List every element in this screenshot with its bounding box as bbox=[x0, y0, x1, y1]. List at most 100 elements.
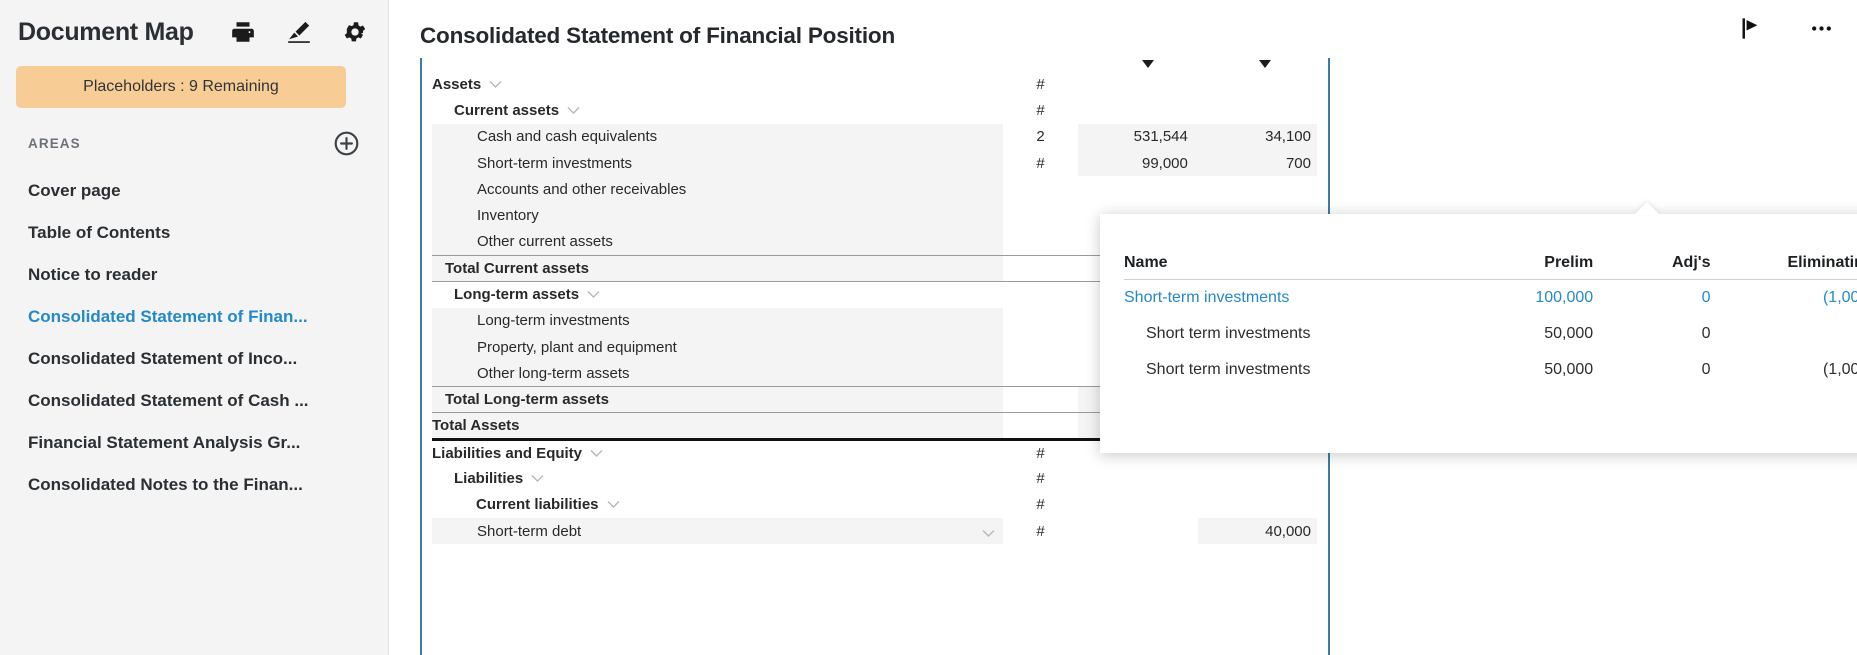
statement-row-label-cell[interactable]: Short-term debt bbox=[432, 518, 1003, 544]
sidebar-item-consolidated-statement-of-cash[interactable]: Consolidated Statement of Cash ... bbox=[0, 380, 388, 422]
popup-row-name[interactable]: Short term investments bbox=[1124, 352, 1450, 388]
statement-row-value-col2[interactable] bbox=[1198, 465, 1317, 491]
chevron-down-icon[interactable] bbox=[567, 106, 580, 115]
statement-row-label-cell[interactable]: Accounts and other receivables bbox=[432, 176, 1003, 202]
statement-row-label-text: Total Current assets bbox=[445, 260, 589, 277]
statement-row-label-text: Long-term assets bbox=[454, 286, 579, 303]
statement-row[interactable]: Current liabilities # bbox=[432, 492, 1317, 518]
statement-row-label-cell[interactable]: Liabilities bbox=[432, 465, 1003, 491]
statement-row[interactable]: Current assets# bbox=[432, 97, 1317, 123]
statement-row-value-col1[interactable] bbox=[1078, 71, 1198, 97]
statement-row-label: Liabilities and Equity bbox=[432, 445, 603, 462]
popup-row-name[interactable]: Short term investments bbox=[1124, 316, 1450, 352]
statement-row-label: Current liabilities bbox=[432, 496, 620, 513]
statement-row[interactable]: Assets # bbox=[432, 71, 1317, 97]
statement-row-ref: # bbox=[1003, 71, 1078, 97]
statement-row-label: Assets bbox=[432, 76, 502, 93]
sidebar-item-notice-to-reader[interactable]: Notice to reader bbox=[0, 254, 388, 296]
statement-row-label-cell[interactable]: Total Assets bbox=[432, 413, 1003, 439]
statement-row-label-cell[interactable]: Assets bbox=[432, 71, 1003, 97]
statement-row-ref bbox=[1003, 308, 1078, 334]
chevron-down-icon[interactable] bbox=[607, 500, 620, 509]
statement-row-label-cell[interactable]: Other current assets bbox=[432, 229, 1003, 255]
flag-icon[interactable] bbox=[1738, 15, 1765, 42]
row-chevron-down-icon[interactable] bbox=[982, 529, 995, 538]
more-options-icon[interactable] bbox=[1808, 15, 1835, 42]
document-actions bbox=[1738, 15, 1835, 42]
chevron-down-icon[interactable] bbox=[489, 80, 502, 89]
statement-row-label: Total Current assets bbox=[432, 260, 589, 277]
sidebar-item-cover-page[interactable]: Cover page bbox=[0, 170, 388, 212]
statement-row-label-cell[interactable]: Total Long-term assets bbox=[432, 387, 1003, 413]
statement-row-ref bbox=[1003, 281, 1078, 307]
statement-row-value-col2[interactable] bbox=[1198, 176, 1317, 202]
statement-row-value-col2[interactable]: 700 bbox=[1198, 150, 1317, 176]
sidebar-item-consolidated-notes[interactable]: Consolidated Notes to the Finan... bbox=[0, 464, 388, 506]
statement-row-label-cell[interactable]: Current liabilities bbox=[432, 492, 1003, 518]
popup-row[interactable]: Short term investments50,0000050,00050,0… bbox=[1124, 316, 1857, 352]
statement-row-label-cell[interactable]: Inventory bbox=[432, 202, 1003, 228]
statement-row-value-col1[interactable]: 531,544 bbox=[1078, 124, 1198, 150]
column-caret-icon-2[interactable] bbox=[1258, 58, 1272, 70]
sidebar-item-consolidated-statement-of-financial-position[interactable]: Consolidated Statement of Finan... bbox=[0, 296, 388, 338]
statement-row-value-col1[interactable] bbox=[1078, 465, 1198, 491]
statement-row-value-col1[interactable] bbox=[1078, 176, 1198, 202]
sidebar-header-icons bbox=[230, 19, 368, 45]
statement-row-label: Long-term investments bbox=[432, 312, 630, 329]
statement-row-label-text: Liabilities and Equity bbox=[432, 445, 582, 462]
popup-row-eliminating: (1,000) bbox=[1710, 352, 1857, 388]
statement-row[interactable]: Accounts and other receivables bbox=[432, 176, 1317, 202]
statement-row-value-col1[interactable] bbox=[1078, 518, 1198, 544]
statement-row-label-cell[interactable]: Short-term investments bbox=[432, 150, 1003, 176]
statement-row-label: Accounts and other receivables bbox=[432, 181, 686, 198]
statement-row[interactable]: Short-term investments#99,000700 bbox=[432, 150, 1317, 176]
statement-row[interactable]: Cash and cash equivalents2531,54434,100 bbox=[432, 124, 1317, 150]
sidebar-item-table-of-contents[interactable]: Table of Contents bbox=[0, 212, 388, 254]
page-title: Consolidated Statement of Financial Posi… bbox=[420, 23, 895, 49]
popup-row[interactable]: Short term investments50,0000(1,000)49,0… bbox=[1124, 352, 1857, 388]
statement-row-value-col1[interactable] bbox=[1078, 492, 1198, 518]
statement-row-label-cell[interactable]: Long-term investments bbox=[432, 308, 1003, 334]
popup-row-prelim: 50,000 bbox=[1450, 352, 1593, 388]
popup-row-adjs: 0 bbox=[1593, 280, 1710, 317]
statement-row-value-col2[interactable] bbox=[1198, 492, 1317, 518]
column-caret-icon-1[interactable] bbox=[1141, 58, 1155, 70]
statement-row-label-cell[interactable]: Total Current assets bbox=[432, 255, 1003, 281]
chevron-down-icon[interactable] bbox=[531, 474, 544, 483]
statement-row-label: Liabilities bbox=[432, 470, 544, 487]
popup-content: Name Prelim Adj's Eliminating 2019 2019 … bbox=[1100, 214, 1857, 388]
statement-row[interactable]: Short-term debt#40,000 bbox=[432, 518, 1317, 544]
sidebar-header: Document Map bbox=[0, 0, 388, 56]
placeholders-badge[interactable]: Placeholders : 9 Remaining bbox=[16, 66, 346, 108]
statement-row-label: Short-term debt bbox=[432, 523, 581, 540]
popup-col-adjs: Adj's bbox=[1593, 236, 1710, 280]
chevron-down-icon[interactable] bbox=[590, 449, 603, 458]
statement-row-label-cell[interactable]: Current assets bbox=[432, 97, 1003, 123]
popup-row-name[interactable]: Short-term investments bbox=[1124, 280, 1450, 317]
popup-row[interactable]: Short-term investments100,0000(1,000)99,… bbox=[1124, 280, 1857, 317]
statement-row-label-text: Other long-term assets bbox=[477, 365, 630, 382]
gear-icon[interactable] bbox=[342, 19, 368, 45]
print-icon[interactable] bbox=[230, 19, 256, 45]
statement-row-label-cell[interactable]: Property, plant and equipment bbox=[432, 334, 1003, 360]
statement-row-value-col1[interactable]: 99,000 bbox=[1078, 150, 1198, 176]
statement-row-label-cell[interactable]: Other long-term assets bbox=[432, 360, 1003, 386]
popup-arrow bbox=[1634, 202, 1660, 215]
statement-row-value-col1[interactable] bbox=[1078, 97, 1198, 123]
popup-row-prelim: 50,000 bbox=[1450, 316, 1593, 352]
statement-row-label-cell[interactable]: Liabilities and Equity bbox=[432, 439, 1003, 465]
edit-icon[interactable] bbox=[286, 19, 312, 45]
statement-row-value-col2[interactable] bbox=[1198, 71, 1317, 97]
add-area-icon[interactable] bbox=[333, 130, 360, 157]
chevron-down-icon[interactable] bbox=[587, 290, 600, 299]
statement-row-value-col2[interactable]: 40,000 bbox=[1198, 518, 1317, 544]
statement-row[interactable]: Liabilities# bbox=[432, 465, 1317, 491]
statement-row-value-col2[interactable] bbox=[1198, 97, 1317, 123]
statement-row-ref: # bbox=[1003, 492, 1078, 518]
statement-row-ref bbox=[1003, 202, 1078, 228]
statement-row-value-col2[interactable]: 34,100 bbox=[1198, 124, 1317, 150]
statement-row-label-cell[interactable]: Cash and cash equivalents bbox=[432, 124, 1003, 150]
statement-row-label-cell[interactable]: Long-term assets bbox=[432, 281, 1003, 307]
sidebar-item-financial-statement-analysis[interactable]: Financial Statement Analysis Gr... bbox=[0, 422, 388, 464]
sidebar-item-consolidated-statement-of-income[interactable]: Consolidated Statement of Inco... bbox=[0, 338, 388, 380]
